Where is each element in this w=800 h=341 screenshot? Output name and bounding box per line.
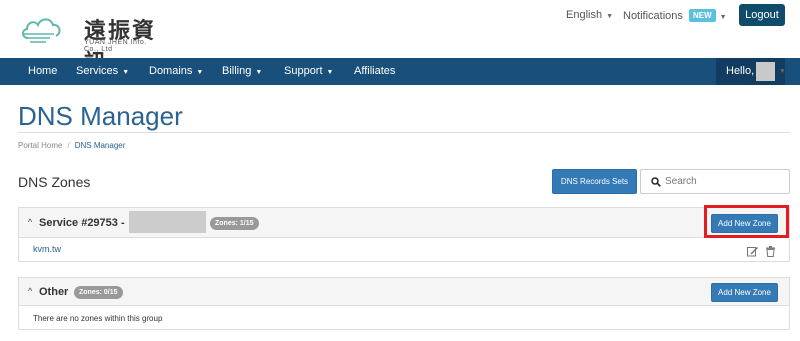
search-box	[640, 169, 790, 194]
hello-label: Hello,	[726, 65, 755, 77]
nav-billing[interactable]: Billing ▼	[222, 58, 262, 85]
nav-home[interactable]: Home	[28, 58, 57, 85]
language-label: English	[566, 9, 603, 21]
breadcrumb-portal-home[interactable]: Portal Home	[18, 141, 62, 150]
new-badge: NEW	[688, 9, 716, 22]
nav-affiliates[interactable]: Affiliates	[354, 58, 395, 85]
nav-support[interactable]: Support ▼	[284, 58, 333, 85]
other-group-header[interactable]: ^ Other Zones: 0/15 Add New Zone	[19, 278, 789, 306]
notifications-label: Notifications	[623, 10, 683, 22]
zones-count-badge: Zones: 1/15	[210, 217, 259, 230]
service-group-name: Service #29753 -	[39, 217, 125, 229]
breadcrumb-separator: /	[67, 141, 70, 150]
empty-group-message: There are no zones within this group	[33, 314, 163, 323]
other-group-name: Other	[39, 286, 69, 298]
search-input[interactable]	[665, 174, 785, 189]
nav-affiliates-label: Affiliates	[354, 65, 396, 77]
highlight-box	[704, 205, 789, 238]
page-title: DNS Manager	[18, 101, 183, 131]
dns-records-sets-button[interactable]: DNS Records Sets	[552, 169, 637, 194]
nav-domains[interactable]: Domains ▼	[149, 58, 203, 85]
logout-button[interactable]: Logout	[739, 4, 785, 26]
zones-count-badge: Zones: 0/15	[74, 286, 123, 299]
chevron-up-icon[interactable]: ^	[28, 217, 32, 227]
caret-down-icon: ▼	[606, 13, 614, 20]
language-selector[interactable]: English ▼	[566, 9, 613, 21]
brand-name-en: YUAN JHEN Info. Co., Ltd	[84, 39, 147, 53]
dns-zones-heading: DNS Zones	[18, 174, 91, 190]
redacted-username	[756, 62, 775, 81]
other-group-panel: ^ Other Zones: 0/15 Add New Zone There a…	[18, 277, 790, 330]
account-menu[interactable]: Hello, ▼	[716, 58, 786, 85]
caret-down-icon: ▼	[326, 69, 334, 76]
caret-down-icon: ▼	[196, 69, 204, 76]
search-icon	[651, 177, 661, 187]
edit-icon[interactable]	[747, 246, 758, 257]
caret-down-icon: ▼	[779, 68, 786, 75]
redacted-service-domain	[129, 211, 206, 233]
caret-down-icon: ▼	[719, 14, 727, 21]
service-group-panel: ^ Service #29753 - Zones: 1/15 Add New Z…	[18, 207, 790, 262]
caret-down-icon: ▼	[255, 69, 263, 76]
nav-services[interactable]: Services ▼	[76, 58, 129, 85]
add-new-zone-button[interactable]: Add New Zone	[711, 283, 778, 302]
nav-services-label: Services	[76, 65, 119, 77]
nav-support-label: Support	[284, 65, 323, 77]
chevron-up-icon[interactable]: ^	[28, 286, 32, 296]
trash-icon[interactable]	[765, 246, 776, 257]
service-group-header[interactable]: ^ Service #29753 - Zones: 1/15 Add New Z…	[19, 208, 789, 238]
brand-logo[interactable]: 遠振資訊 YUAN JHEN Info. Co., Ltd	[20, 8, 160, 76]
caret-down-icon: ▼	[122, 69, 130, 76]
nav-billing-label: Billing	[222, 65, 252, 77]
title-divider	[18, 132, 790, 133]
breadcrumb-dns-manager[interactable]: DNS Manager	[75, 141, 126, 150]
zone-link-kvm-tw[interactable]: kvm.tw	[33, 244, 61, 254]
nav-home-label: Home	[28, 65, 58, 77]
main-navbar: Home Services ▼ Domains ▼ Billing ▼ Support…	[0, 58, 800, 85]
notifications-menu[interactable]: Notifications NEW ▼	[623, 9, 727, 22]
nav-domains-label: Domains	[149, 65, 193, 77]
breadcrumb: Portal Home / DNS Manager	[18, 141, 125, 150]
cloud-logo-icon	[22, 18, 61, 43]
